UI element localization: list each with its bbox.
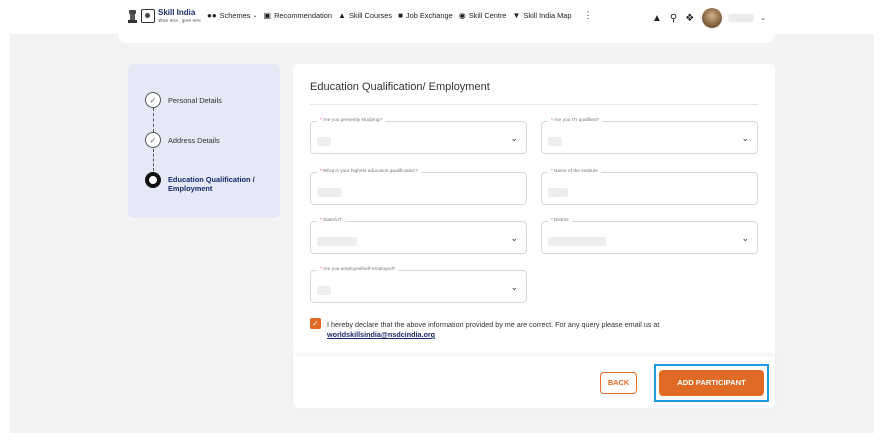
field-value bbox=[317, 188, 341, 197]
field-value bbox=[548, 188, 568, 197]
declaration: ✓ I hereby declare that the above inform… bbox=[310, 318, 659, 340]
user-name[interactable] bbox=[728, 14, 755, 22]
national-emblem-icon bbox=[128, 10, 137, 23]
nav-job-exchange[interactable]: ■ Job Exchange bbox=[398, 11, 453, 20]
district-select[interactable]: *District ⌄ bbox=[541, 218, 758, 254]
header-actions: ▲ ⚲ ❖ ⌄ bbox=[652, 8, 766, 28]
search-icon[interactable]: ⚲ bbox=[670, 13, 677, 24]
nav-label: Schemes bbox=[219, 11, 251, 20]
chevron-down-icon: ⌄ bbox=[252, 13, 258, 19]
back-button[interactable]: BACK bbox=[600, 372, 637, 394]
kebab-menu-icon[interactable]: ⋮ bbox=[584, 10, 593, 21]
check-icon: ✓ bbox=[145, 92, 161, 108]
nav-label: Recommendation bbox=[274, 11, 333, 20]
top-navigation: Skill India कौशल भारत - कुशल भारत ●● Sch… bbox=[0, 0, 881, 34]
nav-skill-india-map[interactable]: ▼ Skill India Map bbox=[513, 11, 572, 20]
step-label: Personal Details bbox=[168, 96, 222, 105]
graduation-cap-icon: ▲ bbox=[338, 11, 346, 20]
nav-skill-centre[interactable]: ◉ Skill Centre bbox=[459, 11, 507, 20]
skill-india-logo-icon[interactable] bbox=[141, 9, 155, 23]
india-map-icon: ▼ bbox=[512, 11, 521, 20]
recommendation-icon: ▣ bbox=[263, 11, 272, 20]
logo-subtext: कौशल भारत - कुशल भारत bbox=[158, 18, 201, 23]
chevron-down-icon: ⌄ bbox=[741, 133, 749, 143]
support-email-link[interactable]: worldskillsindia@nsdcindia.org bbox=[327, 330, 435, 339]
field-value bbox=[317, 137, 331, 146]
field-label: *State/UT bbox=[317, 218, 345, 223]
iti-qualified-select[interactable]: *Are you ITI qualified? ⌄ bbox=[541, 118, 758, 154]
nav-schemes[interactable]: ●● Schemes ⌄ bbox=[207, 11, 258, 20]
state-ut-select[interactable]: *State/UT ⌄ bbox=[310, 218, 527, 254]
step-education-employment[interactable]: Education Qualification / Employment bbox=[145, 172, 268, 193]
active-step-icon bbox=[145, 172, 161, 188]
field-value bbox=[317, 286, 331, 295]
declaration-text: I hereby declare that the above informat… bbox=[327, 320, 660, 339]
field-label: *Are you presently studying? bbox=[317, 118, 386, 123]
nav-recommendation[interactable]: ▣ Recommendation bbox=[264, 11, 333, 20]
step-label: Address Details bbox=[168, 136, 220, 145]
nav-label: Skill Courses bbox=[348, 11, 393, 20]
field-label: *Name of the institute bbox=[548, 169, 601, 174]
field-label: *Are you employed/self-employed? bbox=[317, 267, 399, 272]
previous-card-edge bbox=[118, 34, 774, 43]
step-connector bbox=[153, 149, 154, 171]
add-participant-button[interactable]: ADD PARTICIPANT bbox=[659, 370, 764, 396]
main-nav: ●● Schemes ⌄ ▣ Recommendation ▲ Skill Co… bbox=[207, 10, 593, 21]
highest-qualification-field[interactable]: *What is your highest education qualific… bbox=[310, 169, 527, 205]
education-employment-form: Education Qualification/ Employment *Are… bbox=[293, 64, 775, 356]
step-label: Education Qualification / Employment bbox=[168, 175, 255, 193]
presently-studying-select[interactable]: *Are you presently studying? ⌄ bbox=[310, 118, 527, 154]
avatar[interactable] bbox=[702, 8, 723, 28]
logo-text[interactable]: Skill India bbox=[158, 8, 195, 17]
divider bbox=[310, 104, 758, 105]
location-pin-icon: ◉ bbox=[458, 11, 466, 20]
field-value bbox=[548, 237, 606, 246]
chevron-down-icon: ⌄ bbox=[741, 233, 749, 243]
schemes-icon: ●● bbox=[207, 11, 217, 20]
nav-label: Job Exchange bbox=[405, 11, 453, 20]
step-connector bbox=[153, 108, 154, 132]
briefcase-icon: ■ bbox=[398, 11, 403, 20]
field-label: *What is your highest education qualific… bbox=[317, 169, 421, 174]
bell-icon[interactable]: ▲ bbox=[652, 13, 662, 24]
chevron-down-icon: ⌄ bbox=[510, 233, 518, 243]
chevron-down-icon: ⌄ bbox=[510, 133, 518, 143]
registration-stepper: ✓ Personal Details ✓ Address Details Edu… bbox=[128, 64, 280, 218]
nav-skill-courses[interactable]: ▲ Skill Courses bbox=[338, 11, 392, 20]
step-address-details[interactable]: ✓ Address Details bbox=[145, 132, 220, 148]
field-value bbox=[548, 137, 562, 146]
chevron-down-icon: ⌄ bbox=[510, 282, 518, 292]
chevron-down-icon[interactable]: ⌄ bbox=[760, 14, 766, 22]
nav-label: Skill Centre bbox=[468, 11, 507, 20]
nav-label: Skill India Map bbox=[523, 11, 572, 20]
field-label: *Are you ITI qualified? bbox=[548, 118, 603, 123]
field-label: *District bbox=[548, 218, 572, 223]
check-icon: ✓ bbox=[145, 132, 161, 148]
field-value bbox=[317, 237, 357, 246]
step-personal-details[interactable]: ✓ Personal Details bbox=[145, 92, 222, 108]
institute-name-field[interactable]: *Name of the institute bbox=[541, 169, 758, 205]
help-icon[interactable]: ❖ bbox=[685, 13, 694, 24]
declaration-checkbox[interactable]: ✓ bbox=[310, 318, 321, 329]
form-title: Education Qualification/ Employment bbox=[310, 81, 490, 93]
employment-status-select[interactable]: *Are you employed/self-employed? ⌄ bbox=[310, 267, 527, 303]
